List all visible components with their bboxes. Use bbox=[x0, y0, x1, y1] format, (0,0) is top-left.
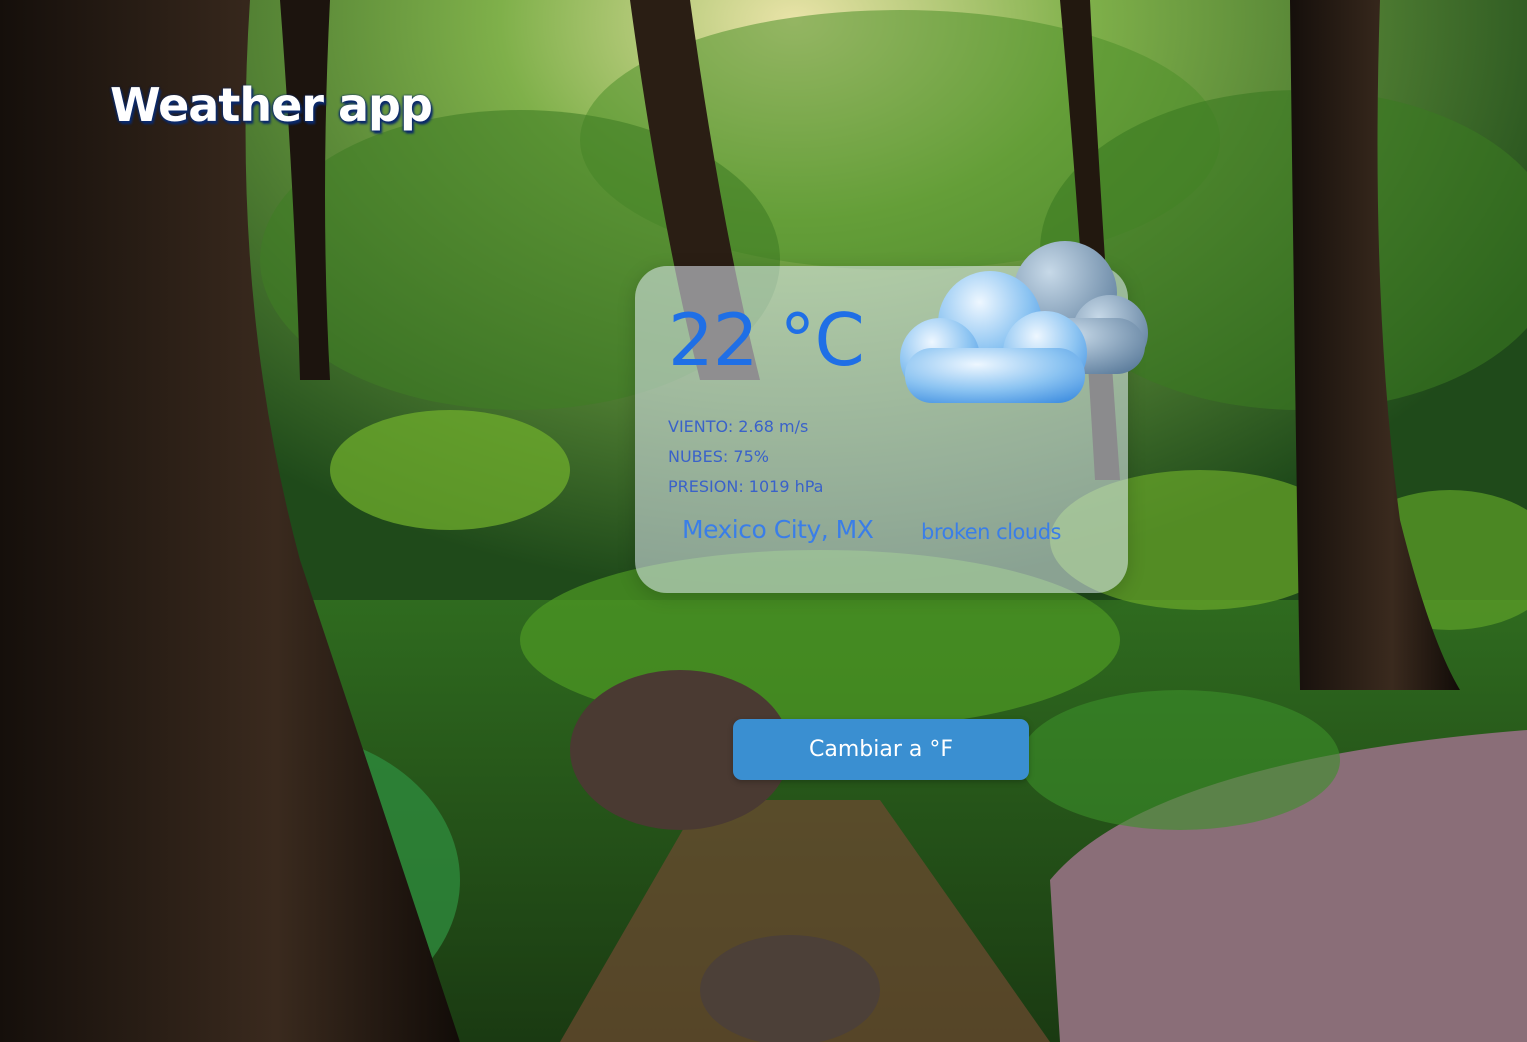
broken-clouds-icon bbox=[900, 241, 1148, 403]
weather-description: broken clouds bbox=[921, 520, 1061, 544]
weather-app-page: Weather app 22 °C VIENTO: 2.68 m/s NUBES… bbox=[0, 0, 1527, 1042]
cloud-coverage: NUBES: 75% bbox=[668, 447, 769, 466]
temperature-value: 22 °C bbox=[668, 298, 865, 382]
pressure: PRESION: 1019 hPa bbox=[668, 477, 824, 496]
app-title: Weather app bbox=[110, 78, 433, 132]
toggle-unit-button[interactable]: Cambiar a °F bbox=[733, 719, 1029, 780]
wind-speed: VIENTO: 2.68 m/s bbox=[668, 417, 809, 436]
location-label: Mexico City, MX bbox=[682, 515, 874, 544]
